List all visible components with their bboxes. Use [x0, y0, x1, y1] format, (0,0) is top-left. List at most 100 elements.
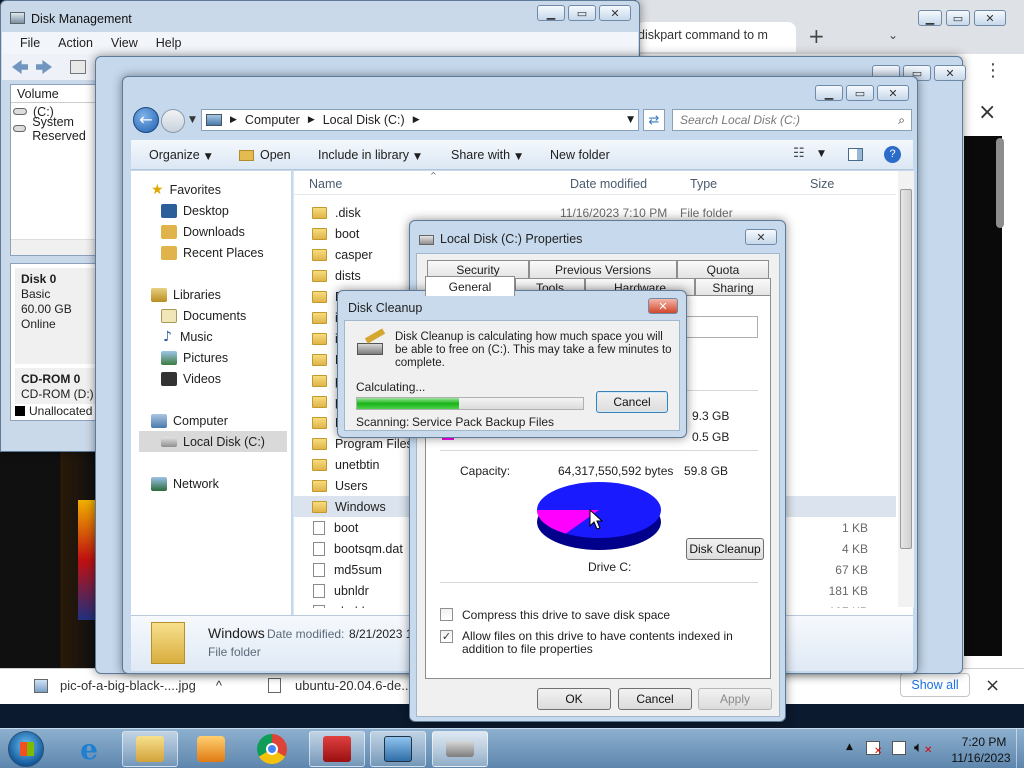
- nav-documents[interactable]: Documents: [161, 305, 246, 326]
- start-button[interactable]: [8, 731, 44, 767]
- tab-search-chevron-icon[interactable]: ⌄: [888, 28, 898, 42]
- taskbar-media-player[interactable]: [183, 731, 239, 767]
- menu-view[interactable]: View: [111, 36, 138, 50]
- open-label: Open: [260, 148, 291, 162]
- tab-sharing[interactable]: Sharing: [695, 278, 771, 296]
- disk-cleanup-title: Disk Cleanup: [348, 301, 423, 315]
- vertical-scrollbar[interactable]: [898, 171, 914, 607]
- address-dropdown-icon[interactable]: ▼: [627, 115, 634, 125]
- organize-menu[interactable]: Organize ▼: [149, 148, 212, 162]
- column-headers: Name ^ Date modified Type Size: [294, 171, 896, 195]
- address-bar[interactable]: ▶ Computer ▶ Local Disk (C:) ▶ ▼: [201, 109, 639, 131]
- column-date[interactable]: Date modified: [570, 177, 647, 191]
- recent-pages-chevron-icon[interactable]: ▼: [189, 115, 196, 125]
- nav-downloads[interactable]: Downloads: [161, 221, 245, 242]
- chevron-down-icon[interactable]: ▼: [818, 149, 825, 159]
- column-type[interactable]: Type: [690, 177, 717, 191]
- disk-cleanup-button[interactable]: Disk Cleanup: [686, 538, 764, 560]
- disk-mgmt-maximize-button[interactable]: ▭: [568, 5, 596, 21]
- tab-general[interactable]: General: [425, 276, 515, 296]
- open-button[interactable]: Open: [239, 148, 291, 162]
- new-tab-icon[interactable]: +: [808, 24, 825, 48]
- cancel-button[interactable]: Cancel: [618, 688, 692, 710]
- search-box[interactable]: Search Local Disk (C:) ⌕: [672, 109, 912, 131]
- download-item-image[interactable]: pic-of-a-big-black-....jpg ^: [34, 678, 222, 693]
- download-item-iso[interactable]: ubuntu-20.04.6-de...: [268, 678, 412, 693]
- disk-mgmt-close-button[interactable]: ✕: [599, 5, 631, 21]
- new-folder-button[interactable]: New folder: [550, 148, 610, 162]
- nav-network[interactable]: Network: [151, 473, 219, 494]
- column-size[interactable]: Size: [810, 177, 834, 191]
- disk-mgmt-minimize-button[interactable]: ▁: [537, 5, 565, 21]
- close-downloads-icon[interactable]: ×: [985, 675, 1000, 696]
- nav-pictures[interactable]: Pictures: [161, 347, 228, 368]
- back-icon[interactable]: [12, 60, 28, 74]
- console-icon[interactable]: [70, 60, 86, 74]
- tab-quota[interactable]: Quota: [677, 260, 769, 278]
- clock-time[interactable]: 7:20 PM: [952, 735, 1016, 749]
- index-label: Allow files on this drive to have conten…: [462, 629, 733, 656]
- show-hidden-icons[interactable]: ▲: [846, 742, 853, 752]
- details-date-label: Date modified:: [267, 627, 345, 641]
- forward-icon[interactable]: [36, 60, 52, 74]
- taskbar-chrome[interactable]: [244, 731, 300, 767]
- scrollbar-thumb[interactable]: [900, 189, 912, 549]
- explorer-main-minimize-button[interactable]: ▁: [815, 85, 843, 101]
- browser-scrollbar[interactable]: [996, 138, 1004, 228]
- share-with-menu[interactable]: Share with ▼: [451, 148, 522, 162]
- nav-local-disk[interactable]: Local Disk (C:): [139, 431, 287, 452]
- chevron-up-icon[interactable]: ^: [216, 678, 222, 693]
- nav-videos[interactable]: Videos: [161, 368, 221, 389]
- include-library-menu[interactable]: Include in library ▼: [318, 148, 421, 162]
- apply-button[interactable]: Apply: [698, 688, 772, 710]
- ok-button[interactable]: OK: [537, 688, 611, 710]
- refresh-button[interactable]: ⇄: [643, 109, 665, 131]
- menu-help[interactable]: Help: [156, 36, 182, 50]
- preview-pane-icon[interactable]: [848, 148, 863, 161]
- browser-maximize-button[interactable]: ▭: [946, 10, 970, 26]
- forward-button[interactable]: [161, 109, 185, 133]
- nav-recent-places[interactable]: Recent Places: [161, 242, 264, 263]
- disk-cleanup-close-button[interactable]: ✕: [648, 298, 678, 314]
- explorer-main-maximize-button[interactable]: ▭: [846, 85, 874, 101]
- magnifier-icon[interactable]: ⌕: [898, 113, 905, 128]
- taskbar-disk-cleanup[interactable]: [432, 731, 488, 767]
- network-status-icon[interactable]: [892, 741, 906, 755]
- explorer-close-button[interactable]: ✕: [934, 65, 966, 81]
- close-panel-icon[interactable]: ×: [978, 100, 996, 125]
- explorer-main-close-button[interactable]: ✕: [877, 85, 909, 101]
- nav-computer-label: Computer: [173, 413, 228, 428]
- nav-local-disk-label: Local Disk (C:): [183, 434, 265, 449]
- breadcrumb-computer[interactable]: Computer: [245, 113, 300, 127]
- show-all-label: Show all: [911, 678, 959, 692]
- menu-file[interactable]: File: [20, 36, 40, 50]
- view-options-icon[interactable]: ☷: [793, 146, 805, 161]
- volume-icon[interactable]: 🔈︎: [914, 738, 923, 756]
- nav-music[interactable]: ♪ Music: [161, 326, 213, 347]
- browser-close-button[interactable]: ✕: [974, 10, 1006, 26]
- menu-action[interactable]: Action: [58, 36, 93, 50]
- taskbar-computer-management[interactable]: [309, 731, 365, 767]
- column-name[interactable]: Name: [309, 177, 342, 191]
- taskbar-explorer[interactable]: [122, 731, 178, 767]
- compress-checkbox[interactable]: [440, 608, 453, 621]
- cleanup-cancel-button[interactable]: Cancel: [596, 391, 668, 413]
- breadcrumb-local-disk[interactable]: Local Disk (C:): [323, 113, 405, 127]
- back-button[interactable]: ←: [133, 107, 159, 133]
- index-checkbox[interactable]: ✓: [440, 630, 453, 643]
- nav-favorites[interactable]: ★ Favorites: [151, 179, 221, 200]
- nav-desktop[interactable]: Desktop: [161, 200, 229, 221]
- show-desktop-button[interactable]: [1016, 729, 1024, 768]
- browser-minimize-button[interactable]: ▁: [918, 10, 942, 26]
- taskbar-ie[interactable]: e: [61, 731, 117, 767]
- nav-libraries[interactable]: Libraries: [151, 284, 221, 305]
- tab-previous-versions[interactable]: Previous Versions: [529, 260, 677, 278]
- help-icon[interactable]: ?: [884, 146, 901, 163]
- nav-computer[interactable]: Computer: [151, 410, 228, 431]
- browser-menu-icon[interactable]: ⋮: [984, 60, 1002, 81]
- taskbar-disk-properties[interactable]: [370, 731, 426, 767]
- disk-cleanup-body: Disk Cleanup is calculating how much spa…: [344, 320, 680, 431]
- properties-close-button[interactable]: ✕: [745, 229, 777, 245]
- show-all-button[interactable]: Show all: [900, 673, 970, 697]
- clock-date[interactable]: 11/16/2023: [946, 751, 1016, 765]
